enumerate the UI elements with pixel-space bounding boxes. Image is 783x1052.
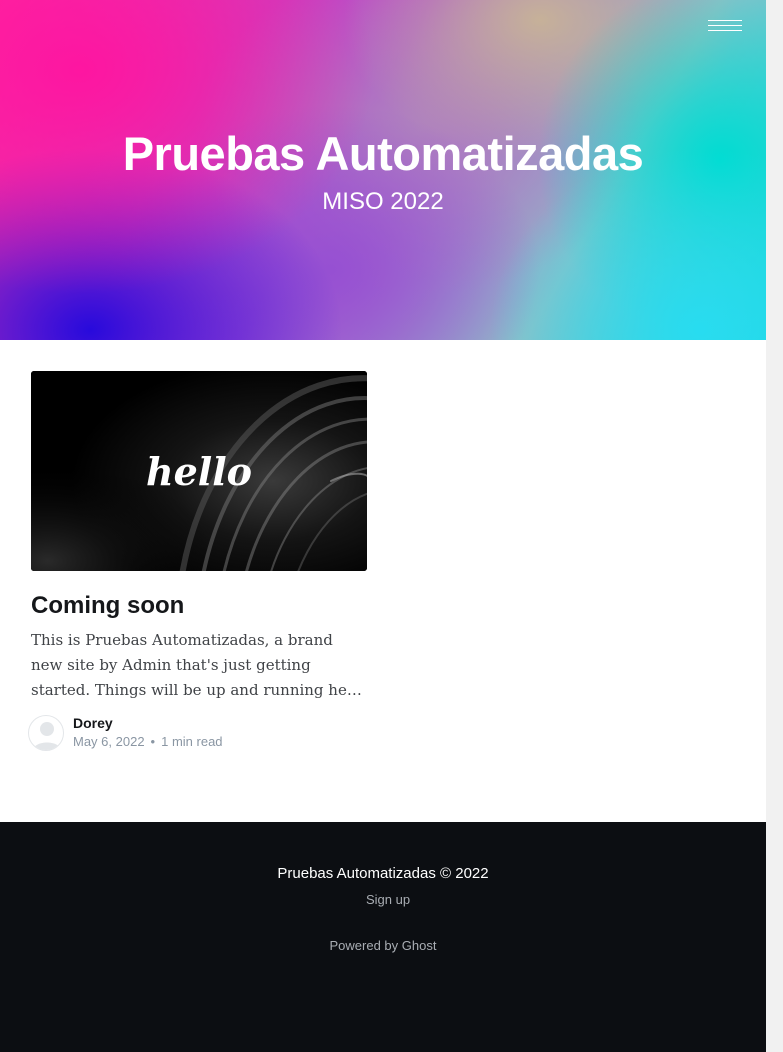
hamburger-menu-icon[interactable] xyxy=(708,18,742,34)
hello-image-text: hello xyxy=(146,449,252,494)
post-title[interactable]: Coming soon xyxy=(31,591,367,621)
post-feature-image: hello xyxy=(31,371,367,571)
site-header-hero: Pruebas Automatizadas MISO 2022 xyxy=(0,0,766,340)
site-footer: Pruebas Automatizadas © 2022 Sign up Pow… xyxy=(0,822,766,1052)
menu-line xyxy=(708,25,742,26)
site-title[interactable]: Pruebas Automatizadas xyxy=(0,126,766,182)
post-date: May 6, 2022 xyxy=(73,734,145,749)
menu-line xyxy=(708,30,742,31)
page: Pruebas Automatizadas MISO 2022 hello Co… xyxy=(0,0,766,1052)
powered-by-ghost-link[interactable]: Powered by Ghost xyxy=(330,938,437,953)
user-avatar-icon[interactable] xyxy=(28,715,64,751)
site-description: MISO 2022 xyxy=(322,188,444,215)
menu-line xyxy=(708,20,742,21)
meta-separator: • xyxy=(150,734,156,749)
footer-copyright[interactable]: Pruebas Automatizadas © 2022 xyxy=(0,864,766,884)
post-card-image[interactable]: hello xyxy=(31,371,367,571)
signup-link[interactable]: Sign up xyxy=(366,892,410,907)
post-date-readtime: May 6, 2022 • 1 min read xyxy=(73,734,223,750)
post-excerpt[interactable]: This is Pruebas Automatizadas, a brand n… xyxy=(31,628,367,703)
post-meta: Dorey May 6, 2022 • 1 min read xyxy=(28,715,368,751)
post-card: hello Coming soon This is Pruebas Automa… xyxy=(28,371,367,751)
author-name[interactable]: Dorey xyxy=(73,715,113,731)
avatar-silhouette-icon xyxy=(33,722,61,750)
powered-by: Powered by Ghost xyxy=(0,938,766,954)
footer-nav: Sign up xyxy=(0,892,776,908)
reading-time: 1 min read xyxy=(161,734,223,749)
vertical-scrollbar[interactable] xyxy=(766,0,783,1052)
